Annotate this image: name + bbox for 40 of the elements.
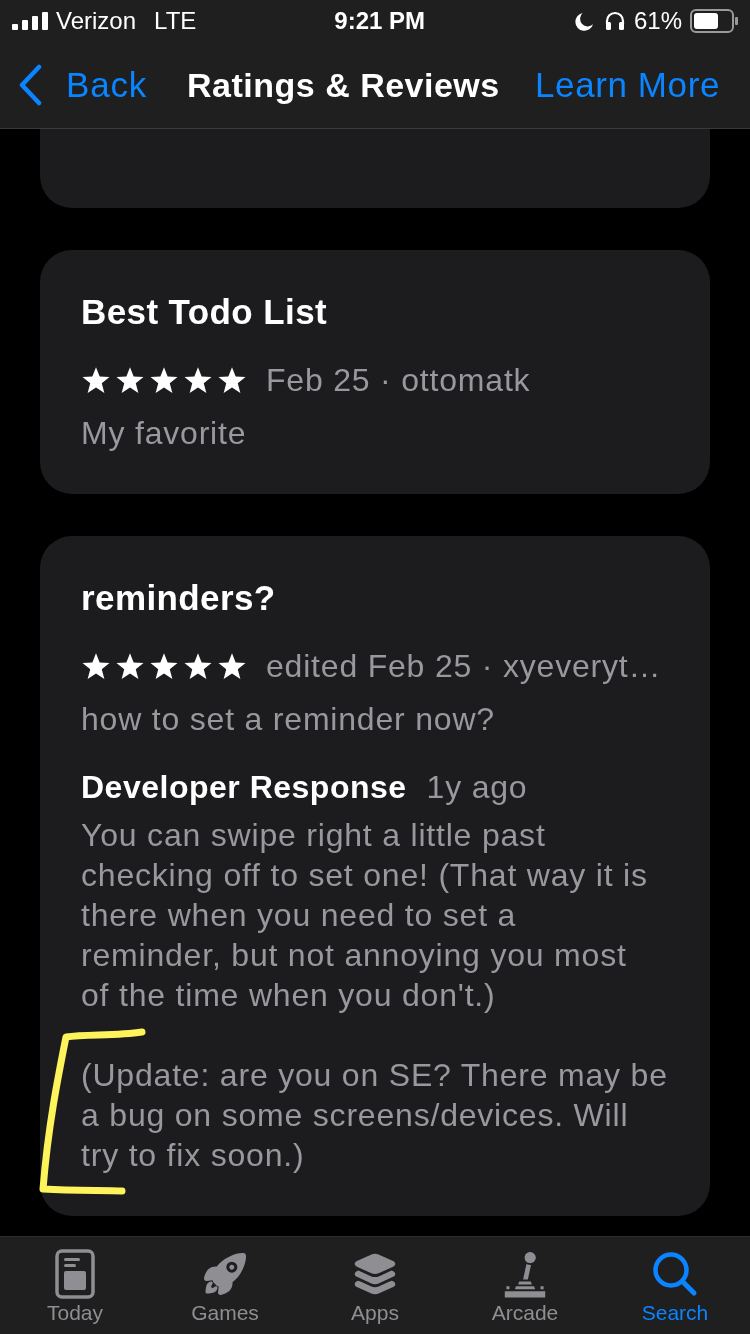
tab-item[interactable]: Today [0, 1237, 150, 1334]
today-card-icon [55, 1249, 95, 1299]
battery-percent: 61% [633, 6, 682, 36]
rocket-icon [201, 1250, 249, 1298]
tab-item[interactable]: Apps [300, 1237, 450, 1334]
tab-item[interactable]: Search [600, 1237, 750, 1334]
response-age: 1y ago [426, 768, 528, 807]
review-text: My favorite [81, 414, 248, 453]
review-title: reminders? [81, 577, 277, 619]
star-icon [217, 651, 247, 681]
chevron-left-icon [18, 64, 42, 106]
review-meta: Feb 25 · ottomatk [266, 361, 531, 400]
star-icon [183, 651, 213, 681]
network-type: LTE [154, 6, 197, 36]
star-icon [149, 651, 179, 681]
star-icon [183, 365, 213, 395]
developer-response-text: (Update: are you on SE? There may be a bug on some screens/devices. Will try to fix soon.) [81, 1056, 669, 1175]
star-icon [115, 651, 145, 681]
star-icon [217, 365, 247, 395]
tab-item[interactable]: Arcade [450, 1237, 600, 1334]
learn-more-link[interactable]: Learn More [535, 58, 720, 112]
developer-response-heading: Developer Response [81, 768, 407, 807]
tab-item[interactable]: Games [150, 1237, 300, 1334]
review-title: Best Todo List [81, 291, 329, 333]
search-icon [652, 1251, 698, 1297]
developer-response-text: You can swipe right a little past checking off to set one! (That way it is there when you need to set a reminder, but not annoying you most of the time when you don't.) [81, 816, 649, 1015]
star-icon [81, 365, 111, 395]
star-icon [115, 365, 145, 395]
star-icon [149, 365, 179, 395]
page-title: Ratings & Reviews [187, 64, 500, 106]
review-text: how to set a reminder now? [81, 700, 496, 739]
headphones-icon [604, 11, 625, 31]
review-meta: edited Feb 25 · xyeveryt… [266, 647, 662, 686]
star-icon [81, 651, 111, 681]
moon-icon [574, 11, 594, 31]
carrier-name: Verizon [56, 6, 137, 36]
signal-icon [12, 12, 48, 30]
battery-icon [690, 9, 738, 33]
back-button[interactable]: Back [18, 58, 147, 112]
status-time: 9:21 PM [334, 6, 425, 36]
